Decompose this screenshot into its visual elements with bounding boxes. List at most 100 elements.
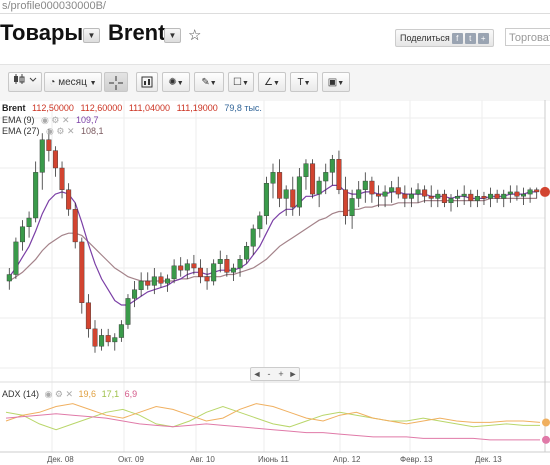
adx-marker [542, 418, 550, 427]
share-widget[interactable]: Поделиться f t + [395, 29, 494, 47]
image-button[interactable]: ▣▼ [322, 72, 350, 92]
candle-body [257, 215, 263, 230]
x-tick-label: Дек. 13 [475, 455, 502, 464]
candle-body [290, 189, 296, 208]
candle-body [382, 191, 388, 197]
candle-body [13, 241, 19, 275]
plus-icon[interactable]: + [477, 32, 489, 44]
candle-body [455, 196, 461, 199]
candle-body [468, 193, 474, 201]
di-plus-line [5, 403, 541, 425]
section-dropdown-button[interactable]: ▼ [83, 28, 100, 43]
chevron-down-icon: ▼ [242, 80, 249, 87]
address-bar[interactable]: s/profile000030000B/ [0, 0, 550, 14]
candle-body [481, 196, 487, 199]
x-tick-label: Июнь 11 [258, 455, 289, 464]
candle-body [428, 196, 434, 199]
frame-icon [141, 76, 153, 88]
twitter-icon[interactable]: t [464, 32, 476, 44]
candle-body [105, 335, 111, 343]
candle-body [362, 180, 368, 190]
candle-body [19, 226, 25, 243]
x-tick-label: Окт. 09 [118, 455, 144, 464]
crosshair-button[interactable] [104, 72, 128, 92]
period-button[interactable]: ◔ месяц ▼ [44, 72, 102, 92]
di-minus-line [5, 405, 540, 431]
candle-body [85, 302, 91, 330]
adx-legend: ADX (14) ◉ ⚙ ✕ 19,6 17,1 6,9 [2, 389, 140, 400]
scroll-right-button[interactable]: ► [287, 368, 299, 380]
trade-search-input[interactable]: Торговать [505, 28, 550, 46]
candle-body [507, 191, 513, 195]
facebook-icon[interactable]: f [451, 32, 463, 44]
x-tick-label: Апр. 12 [333, 455, 361, 464]
candle-body [303, 163, 309, 177]
candle-body [39, 139, 45, 173]
zoom-out-button[interactable]: - [263, 368, 275, 380]
candle-body [224, 259, 230, 273]
instrument-title[interactable]: Brent [108, 20, 165, 46]
adx-value-1: 19,6 [78, 389, 97, 399]
frame-button[interactable] [136, 72, 158, 92]
price-chart[interactable] [0, 100, 550, 465]
candle-body [488, 193, 494, 199]
chevron-down-icon: ▼ [337, 80, 345, 87]
candle-body [395, 187, 401, 195]
candle-body [343, 189, 349, 217]
text-button[interactable]: T▼ [290, 72, 318, 92]
candle-body [310, 163, 316, 195]
candle-body [125, 298, 131, 325]
adx-value-2: 17,1 [101, 389, 120, 399]
ema27-label: EMA (27) [2, 126, 40, 136]
ema9-legend: EMA (9) ◉ ⚙ ✕ 109,7 [2, 115, 103, 126]
adx-marker [542, 435, 550, 444]
candle-body [26, 217, 32, 227]
candle-body [329, 159, 335, 173]
candle-body [375, 193, 381, 197]
draw-line-button[interactable]: ✎▼ [194, 72, 224, 92]
adx-label: ADX (14) [2, 389, 40, 399]
candle-body [461, 193, 467, 197]
ema27-series-line [8, 197, 537, 282]
price-legend: Brent 112,50000 112,60000 111,04000 111,… [2, 103, 266, 113]
candle-body [99, 335, 105, 347]
eye-icon[interactable]: ◉ ⚙ ✕ [41, 115, 69, 125]
sun-icon: ✺ [168, 77, 177, 88]
chart-type-button[interactable] [8, 72, 42, 92]
candle-body [501, 193, 507, 199]
eye-icon[interactable]: ◉ ⚙ ✕ [45, 389, 73, 399]
candle-body [151, 276, 157, 286]
favorite-star-icon[interactable]: ☆ [188, 26, 201, 44]
candle-body [283, 189, 289, 199]
candle-body [184, 263, 190, 271]
zoom-in-button[interactable]: + [275, 368, 287, 380]
chevron-down-icon: ▼ [168, 31, 177, 40]
candle-body [263, 183, 269, 217]
legend-high: 112,60000 [80, 103, 123, 113]
candle-body [59, 167, 65, 190]
scroll-left-button[interactable]: ◄ [251, 368, 263, 380]
candle-body [441, 193, 447, 203]
eye-icon[interactable]: ◉ ⚙ ✕ [46, 126, 74, 136]
section-title[interactable]: Товары [0, 20, 83, 46]
candle-body [230, 267, 236, 273]
chevron-down-icon: ▼ [89, 80, 97, 87]
candle-body [138, 280, 144, 290]
candle-body [494, 193, 500, 199]
candle-body [323, 172, 329, 182]
candle-body [402, 193, 408, 199]
indicators-button[interactable]: ✺▼ [162, 72, 190, 92]
candle-body [52, 150, 58, 169]
candle-body [79, 241, 85, 303]
fibonacci-button[interactable]: ∠▼ [258, 72, 286, 92]
legend-instrument: Brent [2, 103, 26, 113]
pencil-icon: ✎ [201, 77, 210, 88]
shapes-button[interactable]: ☐▼ [228, 72, 254, 92]
instrument-dropdown-button[interactable]: ▼ [164, 28, 181, 43]
legend-open: 112,50000 [32, 103, 74, 113]
candle-body [474, 196, 480, 201]
candle-body [415, 189, 421, 195]
square-icon: ☐ [233, 77, 243, 88]
candle-body [356, 189, 362, 199]
image-icon: ▣ [327, 77, 338, 88]
